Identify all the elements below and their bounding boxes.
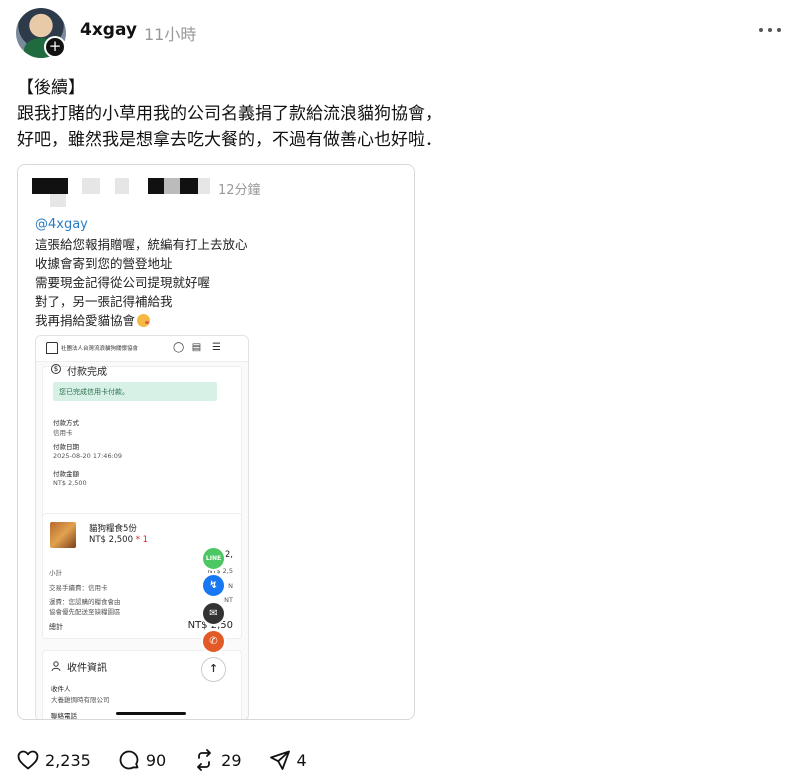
comment-count: 90 [145,750,167,770]
payment-date-value: 2025-08-20 17:46:09 [53,452,123,460]
order-item-qty: * 1 [135,535,149,545]
product-thumbnail [50,522,76,548]
receiver-phone-label: 聯絡電話 [51,712,77,720]
like-count: 2,235 [45,750,91,770]
association-name: 社團法人台灣流浪貓狗關懷協會 [61,346,139,352]
embed-line: 這張給您報捐贈喔，統編有打上去放心 [35,237,248,252]
embed-message: 這張給您報捐贈喔，統編有打上去放心 收據會寄到您的營登地址 需要現金記得從公司提… [35,235,248,330]
kissing-face-emoji-icon [137,314,151,327]
payment-method-value: 信用卡 [53,429,73,437]
scroll-top-icon: ↑ [201,657,226,682]
payment-title: 付款完成 [67,367,107,378]
post-text: 【後續】 跟我打賭的小草用我的公司名義捐了款給流浪貓狗協會， 好吧，雖然我是想拿… [17,75,577,153]
attached-screenshot[interactable]: 12分鐘 @4xgay 這張給您報捐贈喔，統編有打上去放心 收據會寄到您的營登地… [17,164,415,720]
more-options-icon[interactable] [757,20,783,40]
repost-count: 29 [221,750,242,770]
fee-label: 交易手續費：信用卡 [49,584,108,592]
username[interactable]: 4xgay [80,20,137,40]
embed-timestamp: 12分鐘 [218,183,261,198]
menu-icon: ☰ [212,342,221,353]
embed-line: 我再捐給愛貓協會 [35,311,248,330]
redaction-block [50,194,66,207]
payment-amount-label: 付款金額 [53,470,79,478]
redaction-block [115,178,129,194]
send-icon [269,750,290,770]
redaction-block [32,178,68,194]
redaction-block [180,178,198,194]
redaction-block [198,178,210,194]
cart-icon: ▤ [191,342,202,353]
comment-icon [119,750,139,770]
fee-value: N [228,582,233,590]
threads-post: + 4xgay 11小時 【後續】 跟我打賭的小草用我的公司名義捐了款給流浪貓狗… [0,0,800,779]
payment-amount-value: NT$ 2,500 [53,479,87,487]
phone-nav-bar: 社團法人台灣流浪貓狗關懷協會 ◯ ▤ ☰ [36,336,248,362]
receiver-title: 收件資訊 [67,663,107,674]
payment-card: $ 付款完成 您已完成信用卡付款。 付款方式 信用卡 付款日期 2025-08-… [42,364,242,518]
share-button[interactable]: 4 [269,749,307,771]
post-text-line: 跟我打賭的小草用我的公司名義捐了款給流浪貓狗協會， [17,104,442,124]
repost-button[interactable]: 29 [193,749,242,771]
dollar-icon: $ [51,364,61,374]
repost-icon [197,749,212,771]
user-icon: ◯ [173,342,185,353]
like-button[interactable]: 2,235 [17,750,91,770]
home-indicator [116,712,186,715]
comment-button[interactable]: 90 [118,749,166,771]
messenger-icon: ↯ [201,573,226,598]
line-share-icon: LINE [201,546,226,571]
person-icon [51,661,61,671]
post-action-bar: 2,235 90 29 4 [17,745,334,775]
embed-line: 收據會寄到您的營登地址 [35,256,173,271]
embed-line: 對了，另一張記得補給我 [35,294,173,309]
embed-line: 需要現金記得從公司提現就好喔 [35,275,211,290]
order-item-name: 貓狗糧食5份 [89,524,137,534]
receiver-name-value: 大養雞惆時有限公司 [51,696,110,704]
mention-link: @4xgay [35,217,88,232]
phone-call-icon: ✆ [201,629,226,654]
shipping-value: NT [224,596,233,604]
association-logo-icon [46,342,58,354]
redaction-block [164,178,180,194]
payment-method-label: 付款方式 [53,419,79,427]
order-item-price-value: NT$ 2,500 [89,535,133,545]
share-count: 4 [296,750,307,770]
post-text-line: 好吧，雖然我是想拿去吃大餐的，不過有做善心也好啦． [17,130,442,150]
post-timestamp: 11小時 [144,25,197,44]
redaction-block [82,178,100,194]
order-item-price: NT$ 2,500 * 1 [89,535,148,545]
total-label: 總計 [49,623,63,631]
redaction-block [148,178,164,194]
payment-date-label: 付款日期 [53,443,79,451]
post-text-line: 【後續】 [17,78,85,98]
follow-plus-icon[interactable]: + [44,36,66,58]
subtotal-label: 小計 [49,569,62,577]
heart-icon [17,750,39,770]
embed-line-text: 我再捐給愛貓協會 [35,313,136,328]
receiver-name-label: 收件人 [51,685,71,693]
payment-success-message: 您已完成信用卡付款。 [53,382,217,401]
mail-icon: ✉ [201,601,226,626]
